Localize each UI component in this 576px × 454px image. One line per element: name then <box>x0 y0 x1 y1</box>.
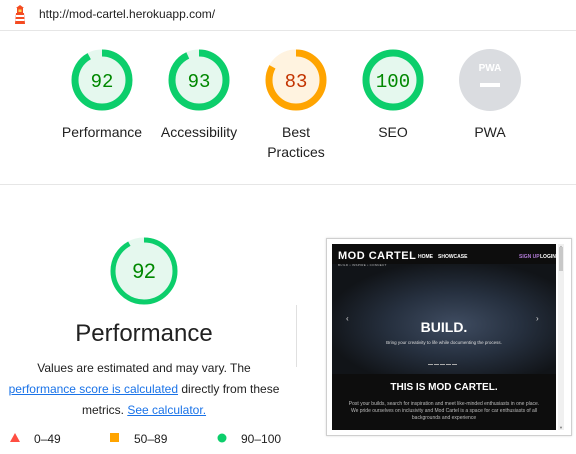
nav-signup: SIGN UP <box>519 254 540 260</box>
performance-description: Values are estimated and may vary. The p… <box>0 358 288 421</box>
see-calculator-link[interactable]: See calculator. <box>127 403 206 417</box>
gauge-seo[interactable]: 100 SEO <box>348 48 438 142</box>
scroll-down-icon: ▼ <box>559 425 563 430</box>
triangle-icon <box>10 433 20 442</box>
column-divider <box>296 305 297 367</box>
gauge-label: Accessibility <box>160 124 238 140</box>
pwa-icon-text: PWA <box>479 63 502 74</box>
site-logo-tagline: BUILD • INSPIRE • CONNECT <box>338 263 387 267</box>
nav-showcase: SHOWCASE <box>438 254 468 260</box>
gauge-label: Performance <box>61 124 143 140</box>
score-value: 100 <box>376 71 410 93</box>
gauge-label: Best Practices <box>267 124 325 160</box>
score-value: 83 <box>285 71 308 93</box>
final-screenshot[interactable]: MOD CARTEL BUILD • INSPIRE • CONNECT HOM… <box>326 238 572 436</box>
desc-text: metrics. <box>81 403 128 417</box>
performance-score: 92 <box>132 260 155 283</box>
screenshot-image: MOD CARTEL BUILD • INSPIRE • CONNECT HOM… <box>332 244 556 430</box>
gauge-best-practices[interactable]: 83 Best Practices <box>251 48 341 162</box>
score-calculated-link[interactable]: performance score is calculated <box>9 382 178 396</box>
section-divider <box>0 184 576 185</box>
desc-text: directly from these <box>178 382 280 396</box>
gauge-label: PWA <box>474 124 506 140</box>
nav-home: HOME <box>418 254 433 260</box>
circle-icon <box>217 433 227 443</box>
score-gauge-ring: 93 <box>168 49 230 111</box>
desc-text: Values are estimated and may vary. The <box>37 361 251 375</box>
section-title: THIS IS MOD CARTEL. <box>390 382 498 393</box>
score-value: 93 <box>188 71 211 93</box>
site-logo: MOD CARTEL <box>338 250 417 262</box>
performance-gauge: 92 <box>110 237 178 305</box>
gauge-pwa[interactable]: PWA PWA <box>445 48 535 142</box>
square-icon <box>110 433 119 442</box>
carousel-indicators <box>428 352 458 370</box>
report-url-bar: http://mod-cartel.herokuapp.com/ <box>0 0 576 31</box>
lighthouse-icon <box>15 5 25 24</box>
gauge-label: SEO <box>378 124 408 140</box>
legend-average: 50–89 <box>110 432 167 446</box>
screenshot-scrollbar[interactable]: ▲ ▼ <box>558 244 564 430</box>
section-text: Post your builds, search for inspiration… <box>348 401 540 421</box>
legend-pass: 90–100 <box>217 432 281 446</box>
legend-label: 0–49 <box>34 432 61 446</box>
performance-title: Performance <box>75 320 213 347</box>
score-gauge-ring: 83 <box>265 49 327 111</box>
gauge-accessibility[interactable]: 93 Accessibility <box>154 48 244 142</box>
legend-fail: 0–49 <box>10 432 61 446</box>
legend-label: 90–100 <box>241 432 282 446</box>
score-gauge-ring: 92 <box>71 49 133 111</box>
nav-login: LOGIN <box>540 254 556 260</box>
score-value: 92 <box>91 71 114 93</box>
hero-title: BUILD. <box>420 319 468 335</box>
scrollbar-thumb[interactable] <box>559 247 563 271</box>
report-url[interactable]: http://mod-cartel.herokuapp.com/ <box>39 7 215 21</box>
hero-subtitle: Bring your creativity to life while docu… <box>386 340 502 345</box>
pwa-icon: PWA <box>459 49 521 111</box>
score-gauge-ring: 100 <box>362 49 424 111</box>
legend-label: 50–89 <box>134 432 168 446</box>
gauge-performance[interactable]: 92 Performance <box>57 48 147 142</box>
